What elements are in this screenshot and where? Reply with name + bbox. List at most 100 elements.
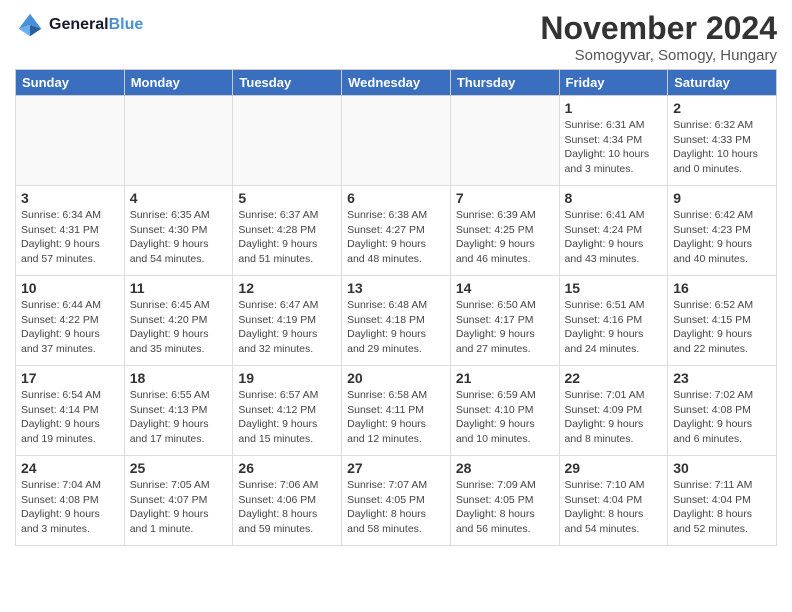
header-wednesday: Wednesday xyxy=(342,70,451,96)
calendar-week-1: 1 Sunrise: 6:31 AM Sunset: 4:34 PM Daylig… xyxy=(16,96,777,186)
calendar-cell: 4 Sunrise: 6:35 AM Sunset: 4:30 PM Daylig… xyxy=(124,186,233,276)
day-number: 13 xyxy=(347,280,445,296)
calendar-week-2: 3 Sunrise: 6:34 AM Sunset: 4:31 PM Daylig… xyxy=(16,186,777,276)
day-info: Sunrise: 7:11 AM Sunset: 4:04 PM Dayligh… xyxy=(673,478,771,537)
calendar-cell: 18 Sunrise: 6:55 AM Sunset: 4:13 PM Dayli… xyxy=(124,366,233,456)
calendar-cell: 3 Sunrise: 6:34 AM Sunset: 4:31 PM Daylig… xyxy=(16,186,125,276)
day-info: Sunrise: 6:38 AM Sunset: 4:27 PM Dayligh… xyxy=(347,208,445,267)
calendar-week-3: 10 Sunrise: 6:44 AM Sunset: 4:22 PM Dayli… xyxy=(16,276,777,366)
day-number: 27 xyxy=(347,460,445,476)
day-number: 8 xyxy=(565,190,663,206)
day-info: Sunrise: 6:48 AM Sunset: 4:18 PM Dayligh… xyxy=(347,298,445,357)
calendar-cell: 11 Sunrise: 6:45 AM Sunset: 4:20 PM Dayli… xyxy=(124,276,233,366)
calendar-cell: 27 Sunrise: 7:07 AM Sunset: 4:05 PM Dayli… xyxy=(342,456,451,546)
day-info: Sunrise: 6:41 AM Sunset: 4:24 PM Dayligh… xyxy=(565,208,663,267)
calendar-cell xyxy=(450,96,559,186)
day-number: 22 xyxy=(565,370,663,386)
day-number: 19 xyxy=(238,370,336,386)
weekday-row: Sunday Monday Tuesday Wednesday Thursday… xyxy=(16,70,777,96)
calendar-cell xyxy=(124,96,233,186)
day-number: 1 xyxy=(565,100,663,116)
day-number: 4 xyxy=(130,190,228,206)
calendar-cell: 29Sunrise: 7:10 AM Sunset: 4:04 PM Dayli… xyxy=(559,456,668,546)
calendar-week-4: 17Sunrise: 6:54 AM Sunset: 4:14 PM Dayli… xyxy=(16,366,777,456)
day-info: Sunrise: 7:06 AM Sunset: 4:06 PM Dayligh… xyxy=(238,478,336,537)
day-number: 29 xyxy=(565,460,663,476)
calendar-cell: 6 Sunrise: 6:38 AM Sunset: 4:27 PM Daylig… xyxy=(342,186,451,276)
calendar-cell: 21Sunrise: 6:59 AM Sunset: 4:10 PM Dayli… xyxy=(450,366,559,456)
logo-text: GeneralBlue xyxy=(49,16,143,34)
day-number: 6 xyxy=(347,190,445,206)
calendar-week-5: 24Sunrise: 7:04 AM Sunset: 4:08 PM Dayli… xyxy=(16,456,777,546)
calendar-header: Sunday Monday Tuesday Wednesday Thursday… xyxy=(16,70,777,96)
calendar-cell: 14 Sunrise: 6:50 AM Sunset: 4:17 PM Dayli… xyxy=(450,276,559,366)
day-number: 10 xyxy=(21,280,119,296)
calendar-cell xyxy=(16,96,125,186)
day-number: 17 xyxy=(21,370,119,386)
day-info: Sunrise: 6:32 AM Sunset: 4:33 PM Dayligh… xyxy=(673,118,771,177)
day-number: 23 xyxy=(673,370,771,386)
day-info: Sunrise: 6:34 AM Sunset: 4:31 PM Dayligh… xyxy=(21,208,119,267)
header-tuesday: Tuesday xyxy=(233,70,342,96)
day-number: 12 xyxy=(238,280,336,296)
calendar-cell: 24Sunrise: 7:04 AM Sunset: 4:08 PM Dayli… xyxy=(16,456,125,546)
day-info: Sunrise: 6:37 AM Sunset: 4:28 PM Dayligh… xyxy=(238,208,336,267)
page-container: GeneralBlue November 2024 Somogyvar, Som… xyxy=(0,0,792,556)
day-info: Sunrise: 6:59 AM Sunset: 4:10 PM Dayligh… xyxy=(456,388,554,447)
calendar-title: November 2024 xyxy=(540,10,777,47)
day-info: Sunrise: 7:09 AM Sunset: 4:05 PM Dayligh… xyxy=(456,478,554,537)
day-number: 9 xyxy=(673,190,771,206)
day-number: 26 xyxy=(238,460,336,476)
calendar-cell: 1 Sunrise: 6:31 AM Sunset: 4:34 PM Daylig… xyxy=(559,96,668,186)
title-section: November 2024 Somogyvar, Somogy, Hungary xyxy=(540,10,777,64)
day-info: Sunrise: 6:31 AM Sunset: 4:34 PM Dayligh… xyxy=(565,118,663,177)
header-saturday: Saturday xyxy=(668,70,777,96)
day-info: Sunrise: 6:55 AM Sunset: 4:13 PM Dayligh… xyxy=(130,388,228,447)
calendar-cell: 26 Sunrise: 7:06 AM Sunset: 4:06 PM Dayli… xyxy=(233,456,342,546)
calendar-body: 1 Sunrise: 6:31 AM Sunset: 4:34 PM Daylig… xyxy=(16,96,777,546)
day-number: 18 xyxy=(130,370,228,386)
calendar-cell: 13 Sunrise: 6:48 AM Sunset: 4:18 PM Dayli… xyxy=(342,276,451,366)
logo-icon xyxy=(15,10,45,40)
day-info: Sunrise: 7:02 AM Sunset: 4:08 PM Dayligh… xyxy=(673,388,771,447)
day-number: 5 xyxy=(238,190,336,206)
day-info: Sunrise: 6:50 AM Sunset: 4:17 PM Dayligh… xyxy=(456,298,554,357)
calendar-cell: 10 Sunrise: 6:44 AM Sunset: 4:22 PM Dayli… xyxy=(16,276,125,366)
day-number: 11 xyxy=(130,280,228,296)
day-number: 7 xyxy=(456,190,554,206)
day-number: 16 xyxy=(673,280,771,296)
calendar-cell: 22 Sunrise: 7:01 AM Sunset: 4:09 PM Dayli… xyxy=(559,366,668,456)
calendar-cell: 8 Sunrise: 6:41 AM Sunset: 4:24 PM Daylig… xyxy=(559,186,668,276)
calendar-cell: 16 Sunrise: 6:52 AM Sunset: 4:15 PM Dayli… xyxy=(668,276,777,366)
header-friday: Friday xyxy=(559,70,668,96)
day-info: Sunrise: 6:44 AM Sunset: 4:22 PM Dayligh… xyxy=(21,298,119,357)
calendar-cell: 28 Sunrise: 7:09 AM Sunset: 4:05 PM Dayli… xyxy=(450,456,559,546)
day-info: Sunrise: 7:04 AM Sunset: 4:08 PM Dayligh… xyxy=(21,478,119,537)
day-info: Sunrise: 6:42 AM Sunset: 4:23 PM Dayligh… xyxy=(673,208,771,267)
day-number: 14 xyxy=(456,280,554,296)
day-info: Sunrise: 6:35 AM Sunset: 4:30 PM Dayligh… xyxy=(130,208,228,267)
calendar-cell: 30Sunrise: 7:11 AM Sunset: 4:04 PM Dayli… xyxy=(668,456,777,546)
calendar-cell: 2Sunrise: 6:32 AM Sunset: 4:33 PM Daylig… xyxy=(668,96,777,186)
day-info: Sunrise: 6:39 AM Sunset: 4:25 PM Dayligh… xyxy=(456,208,554,267)
calendar-cell: 12 Sunrise: 6:47 AM Sunset: 4:19 PM Dayli… xyxy=(233,276,342,366)
day-info: Sunrise: 6:52 AM Sunset: 4:15 PM Dayligh… xyxy=(673,298,771,357)
day-info: Sunrise: 6:47 AM Sunset: 4:19 PM Dayligh… xyxy=(238,298,336,357)
day-info: Sunrise: 6:45 AM Sunset: 4:20 PM Dayligh… xyxy=(130,298,228,357)
calendar-cell: 9 Sunrise: 6:42 AM Sunset: 4:23 PM Daylig… xyxy=(668,186,777,276)
calendar-cell: 15Sunrise: 6:51 AM Sunset: 4:16 PM Dayli… xyxy=(559,276,668,366)
day-info: Sunrise: 6:57 AM Sunset: 4:12 PM Dayligh… xyxy=(238,388,336,447)
calendar-cell: 7 Sunrise: 6:39 AM Sunset: 4:25 PM Daylig… xyxy=(450,186,559,276)
day-number: 28 xyxy=(456,460,554,476)
day-number: 3 xyxy=(21,190,119,206)
day-info: Sunrise: 7:01 AM Sunset: 4:09 PM Dayligh… xyxy=(565,388,663,447)
day-info: Sunrise: 6:51 AM Sunset: 4:16 PM Dayligh… xyxy=(565,298,663,357)
calendar-cell: 17Sunrise: 6:54 AM Sunset: 4:14 PM Dayli… xyxy=(16,366,125,456)
header-thursday: Thursday xyxy=(450,70,559,96)
calendar-cell xyxy=(342,96,451,186)
header-sunday: Sunday xyxy=(16,70,125,96)
calendar-cell: 5 Sunrise: 6:37 AM Sunset: 4:28 PM Daylig… xyxy=(233,186,342,276)
day-info: Sunrise: 7:07 AM Sunset: 4:05 PM Dayligh… xyxy=(347,478,445,537)
calendar-table: Sunday Monday Tuesday Wednesday Thursday… xyxy=(15,69,777,546)
day-number: 25 xyxy=(130,460,228,476)
